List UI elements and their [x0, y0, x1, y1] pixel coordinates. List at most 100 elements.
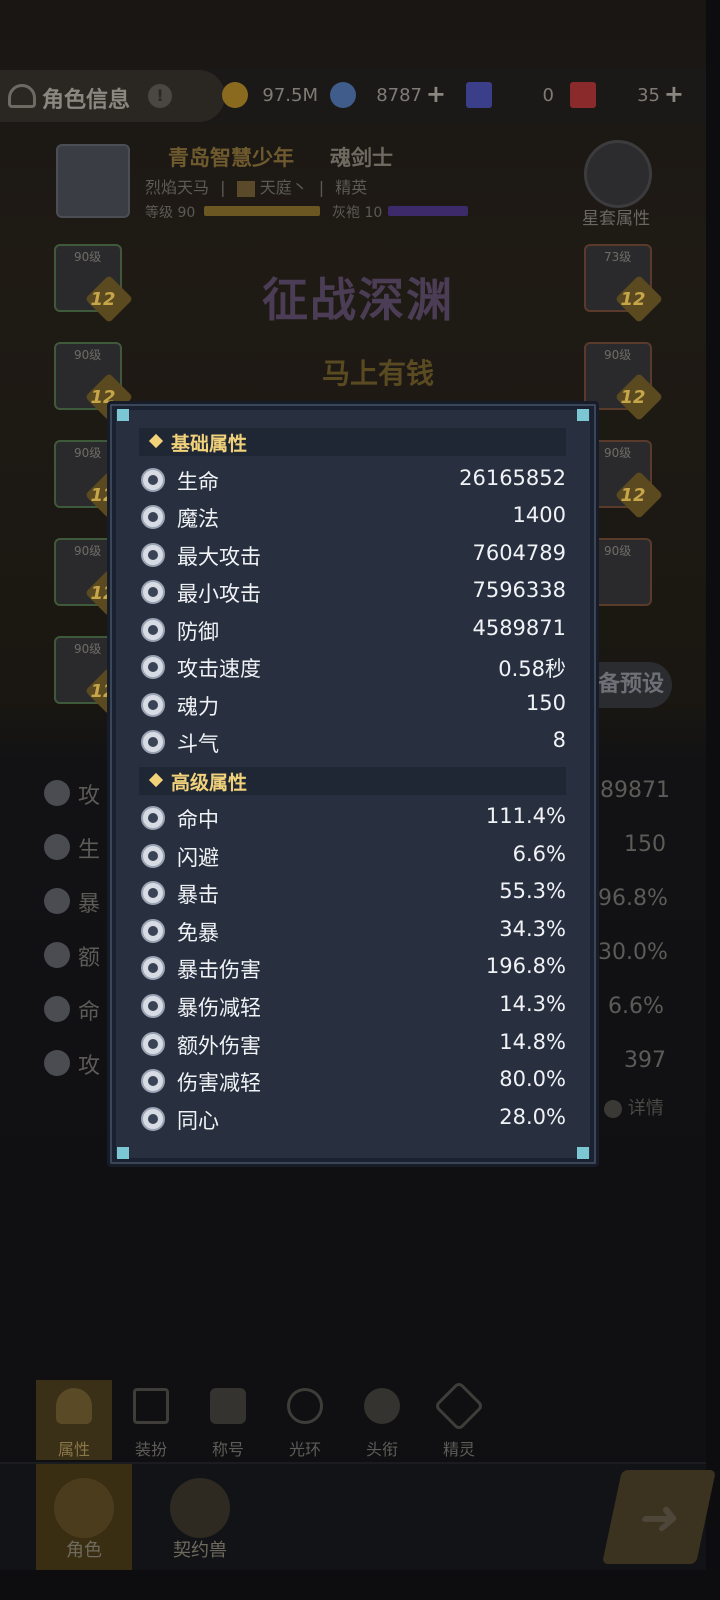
stat-row: 斗气 8 [139, 726, 566, 762]
bg-stat-value: 397 [624, 1048, 666, 1073]
go-button[interactable]: ➜ [602, 1470, 716, 1564]
set-attribute-button[interactable]: 星套属性 [578, 140, 660, 230]
add-gold-ticket-button[interactable]: + [664, 80, 684, 108]
crit-icon [44, 888, 70, 914]
corner-ornament [577, 409, 589, 421]
stat-row: 暴伤减轻 14.3% [139, 990, 566, 1026]
corner-ornament [577, 1147, 589, 1159]
attribute-tabs: 属性 装扮 称号 光环 头衔 精灵 [36, 1380, 502, 1460]
extra-damage-icon [44, 942, 70, 968]
advanced-attributes-header: 高级属性 [139, 767, 566, 795]
corner-ornament [117, 1147, 129, 1159]
equipment-slot[interactable]: 90级 12 [54, 244, 134, 324]
guild-icon [236, 180, 255, 197]
diamond-icon [148, 772, 164, 788]
bg-stat-value: 150 [624, 832, 666, 857]
crown-icon [210, 1388, 246, 1424]
robe-label: 灰袍 10 [332, 205, 383, 221]
arrow-right-icon: ➜ [633, 1490, 686, 1546]
gold-resource: 97.5M [222, 80, 342, 112]
speed-icon [141, 655, 165, 679]
magic-icon [141, 505, 165, 529]
gold-value: 97.5M [262, 85, 318, 106]
stat-row: 攻击速度 0.58秒 [139, 651, 566, 687]
swirl-icon [141, 730, 165, 754]
skull-icon [364, 1388, 400, 1424]
stat-row: 暴击伤害 196.8% [139, 952, 566, 988]
stat-row: 闪避 6.6% [139, 840, 566, 876]
character-name: 青岛智慧少年 [168, 146, 294, 170]
nav-character[interactable]: 角色 [36, 1464, 132, 1570]
stat-row: 免暴 34.3% [139, 915, 566, 951]
shield-icon [141, 618, 165, 642]
extra-damage-icon [141, 1032, 165, 1056]
event-banner[interactable]: 征战深渊 马上有钱 [232, 228, 490, 390]
tab-outfit[interactable]: 装扮 [113, 1380, 189, 1460]
crystal-resource: 8787 + [330, 80, 450, 112]
bg-stat-label: 额 [78, 946, 101, 971]
add-crystal-button[interactable]: + [426, 80, 446, 108]
tab-attributes[interactable]: 属性 [36, 1380, 112, 1460]
stat-row: 最小攻击 7596338 [139, 576, 566, 612]
bg-stat-label: 攻 [78, 1054, 101, 1079]
tab-aura[interactable]: 光环 [267, 1380, 343, 1460]
sword-icon [141, 580, 165, 604]
gold-ticket-icon [570, 82, 596, 108]
sword-icon [141, 543, 165, 567]
paw-icon [170, 1478, 230, 1538]
crystal-value: 8787 [376, 85, 422, 106]
robe-bar [388, 206, 468, 216]
ticket-value: 0 [542, 85, 554, 106]
damage-reduce-icon [141, 1069, 165, 1093]
bg-stat-label: 生 [78, 838, 101, 863]
banner-title: 征战深渊 [262, 273, 454, 327]
gold-ticket-resource: 35 + [570, 80, 688, 112]
helmet-icon [8, 84, 36, 108]
help-icon[interactable]: ! [148, 84, 172, 108]
title-pill: 角色信息 ! [0, 70, 225, 122]
gold-coin-icon [222, 82, 248, 108]
hanger-icon [133, 1388, 169, 1424]
crystal-icon [330, 82, 356, 108]
stat-row: 伤害减轻 80.0% [139, 1065, 566, 1101]
bond-icon [141, 1107, 165, 1131]
stat-row: 同心 28.0% [139, 1103, 566, 1139]
equipment-slot[interactable]: 90级 12 [584, 342, 664, 422]
tab-spirit[interactable]: 精灵 [421, 1380, 497, 1460]
stat-row: 生命 26165852 [139, 464, 566, 500]
bg-stat-value: 89871 [600, 778, 670, 803]
bg-stat-label: 暴 [78, 892, 101, 917]
bg-stat-label: 命 [78, 1000, 101, 1025]
stat-row: 额外伤害 14.8% [139, 1028, 566, 1064]
nav-pet[interactable]: 契约兽 [152, 1464, 248, 1570]
heart-icon [44, 834, 70, 860]
equipment-preset-button[interactable]: 备预设 [590, 662, 672, 708]
equipment-slot[interactable]: 73级 12 [584, 244, 664, 324]
stat-row: 命中 111.4% [139, 802, 566, 838]
star-set-icon [584, 140, 652, 208]
banner-subtitle: 马上有钱 [322, 357, 435, 390]
equipment-slot[interactable]: 90级 12 [54, 342, 134, 422]
halo-icon [287, 1388, 323, 1424]
avatar[interactable] [56, 144, 130, 218]
stat-row: 魔法 1400 [139, 501, 566, 537]
soul-icon [141, 693, 165, 717]
tab-title[interactable]: 称号 [190, 1380, 266, 1460]
level-label: 等级 90 [145, 205, 196, 221]
ticket-resource: 0 [466, 80, 556, 112]
rank-name: 精英 [335, 178, 368, 197]
character-subinfo: 烈焰天马 | 天庭丶 | 精英 [145, 178, 368, 197]
level-bar [204, 206, 320, 216]
detail-link[interactable]: 详情 [604, 1094, 664, 1120]
tab-rank[interactable]: 头衔 [344, 1380, 420, 1460]
crit-damage-icon [141, 956, 165, 980]
gold-ticket-value: 35 [637, 85, 660, 106]
bg-stat-value: 6.6% [608, 994, 664, 1019]
cross-blades-icon [433, 1380, 485, 1432]
mount-name: 烈焰天马 [145, 178, 210, 197]
target-icon [141, 806, 165, 830]
bottom-nav: 角色 契约兽 [0, 1462, 706, 1570]
attack-icon [44, 780, 70, 806]
crit-icon [141, 881, 165, 905]
character-class: 魂剑士 [330, 146, 393, 170]
